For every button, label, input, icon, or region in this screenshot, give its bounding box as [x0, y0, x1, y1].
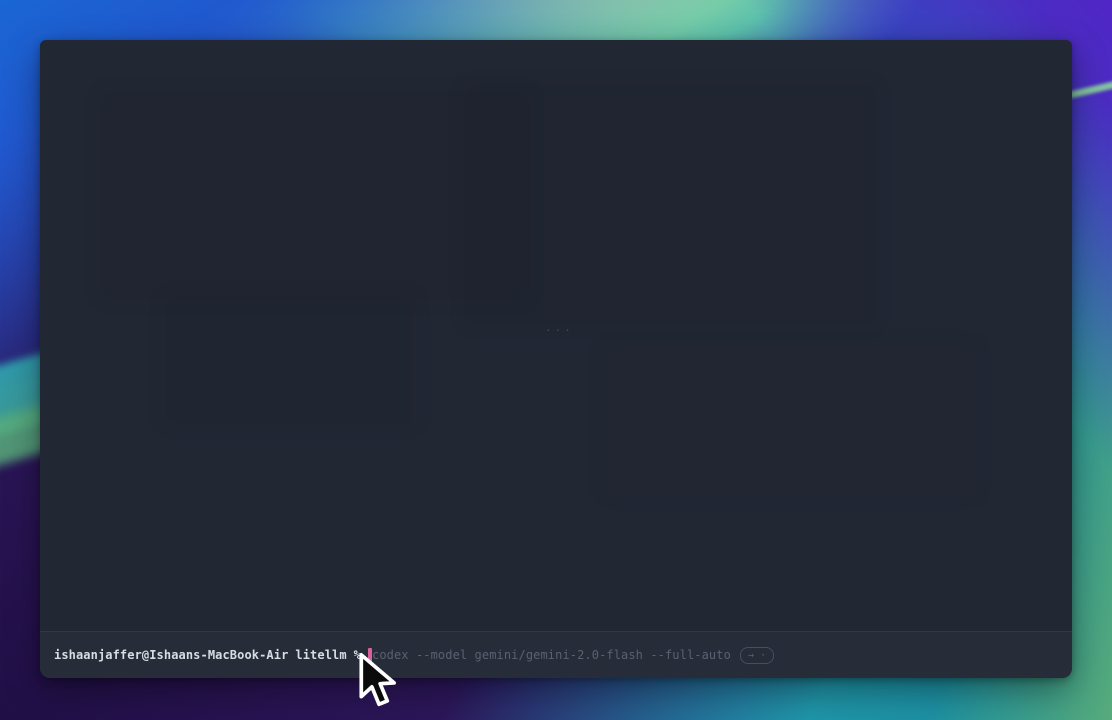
faded-output-artifact	[160, 290, 420, 430]
mouse-cursor-icon	[357, 651, 397, 713]
terminal-body[interactable]: ···	[40, 40, 1072, 631]
autocomplete-suggestion: codex --model gemini/gemini-2.0-flash --…	[372, 648, 731, 662]
prompt-cwd: litellm	[295, 648, 346, 662]
faded-output-artifact	[460, 80, 880, 330]
terminal-window[interactable]: ··· ishaanjaffer@Ishaans-MacBook-Air lite…	[40, 40, 1072, 678]
accept-suggestion-hint: → ·	[740, 647, 774, 664]
loading-ellipsis: ···	[545, 324, 574, 337]
faded-output-artifact	[600, 340, 980, 500]
prompt-user-host: ishaanjaffer@Ishaans-MacBook-Air	[54, 648, 288, 662]
command-input-line[interactable]: ishaanjaffer@Ishaans-MacBook-Airlitellm%…	[40, 631, 1072, 678]
